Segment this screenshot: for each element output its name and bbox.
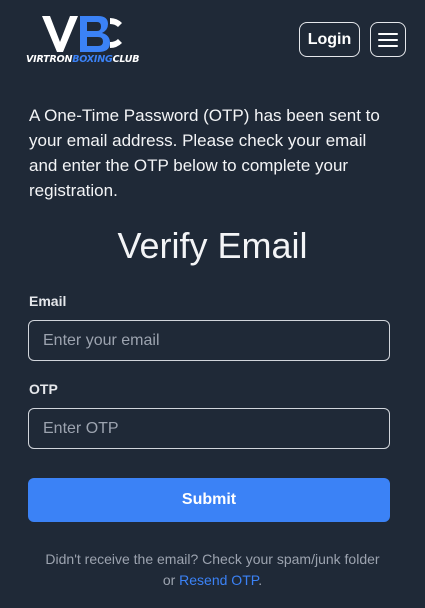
resend-note-period: . <box>258 572 263 588</box>
menu-toggle-button[interactable] <box>370 22 406 57</box>
otp-sent-message: A One-Time Password (OTP) has been sent … <box>29 106 380 200</box>
otp-field[interactable] <box>28 408 390 449</box>
page-title: Verify Email <box>117 225 308 266</box>
email-label: Email <box>29 293 67 309</box>
site-header: VIRTRONBOXINGCLUB Login <box>0 0 425 80</box>
logo-mark-icon <box>42 16 122 52</box>
resend-note-text: Didn't receive the email? Check your spa… <box>45 551 380 567</box>
resend-note: Didn't receive the email? Check your spa… <box>0 549 425 591</box>
hamburger-icon <box>378 32 398 47</box>
email-field[interactable] <box>28 320 390 361</box>
submit-button[interactable]: Submit <box>28 478 390 522</box>
logo[interactable]: VIRTRONBOXINGCLUB <box>26 14 144 68</box>
resend-otp-link[interactable]: Resend OTP <box>179 572 258 588</box>
otp-label: OTP <box>29 381 58 397</box>
logo-wordmark: VIRTRONBOXINGCLUB <box>26 54 140 65</box>
resend-note-or: or <box>162 572 180 588</box>
login-button[interactable]: Login <box>299 22 360 57</box>
